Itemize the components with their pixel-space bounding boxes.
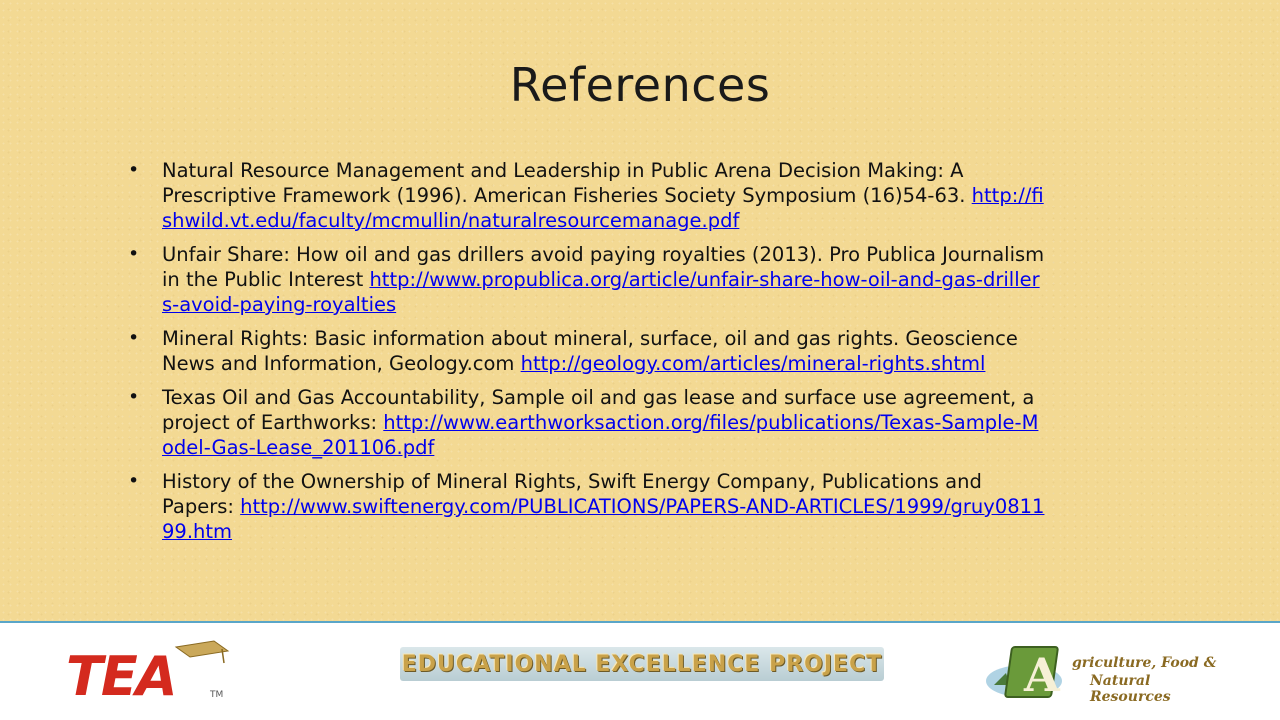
bullet-icon: • bbox=[128, 243, 140, 265]
afnr-line2: Natural Resources bbox=[1090, 673, 1171, 705]
reference-list: • Natural Resource Management and Leader… bbox=[128, 158, 1048, 553]
reference-link[interactable]: http://geology.com/articles/mineral-righ… bbox=[521, 352, 986, 375]
reference-text: Natural Resource Management and Leadersh… bbox=[162, 159, 972, 207]
bullet-icon: • bbox=[128, 386, 140, 408]
tea-logo-text: TEA bbox=[66, 645, 176, 705]
afnr-letter: A bbox=[1023, 648, 1061, 702]
reference-link[interactable]: http://www.swiftenergy.com/PUBLICATIONS/… bbox=[162, 495, 1044, 543]
mortarboard-icon bbox=[174, 640, 230, 658]
bullet-icon: • bbox=[128, 470, 140, 492]
project-banner: EDUCATIONAL EXCELLENCE PROJECT bbox=[400, 647, 884, 681]
slide-title: References bbox=[509, 58, 771, 112]
list-item: • Unfair Share: How oil and gas drillers… bbox=[128, 242, 1048, 317]
list-item: • History of the Ownership of Mineral Ri… bbox=[128, 469, 1048, 544]
bullet-icon: • bbox=[128, 327, 140, 349]
list-item: • Mineral Rights: Basic information abou… bbox=[128, 326, 1048, 376]
list-item: • Natural Resource Management and Leader… bbox=[128, 158, 1048, 233]
banner-text: EDUCATIONAL EXCELLENCE PROJECT bbox=[401, 651, 883, 677]
tea-trademark: TM bbox=[209, 690, 223, 700]
tea-logo: TEA TM bbox=[66, 640, 230, 705]
afnr-logo: A griculture, Food & Natural Resources bbox=[984, 633, 1224, 713]
list-item: • Texas Oil and Gas Accountability, Samp… bbox=[128, 385, 1048, 460]
footer-bar: TEA TM EDUCATIONAL EXCELLENCE PROJECT A … bbox=[0, 621, 1280, 720]
bullet-icon: • bbox=[128, 159, 140, 181]
afnr-line1: griculture, Food & bbox=[1072, 655, 1217, 671]
